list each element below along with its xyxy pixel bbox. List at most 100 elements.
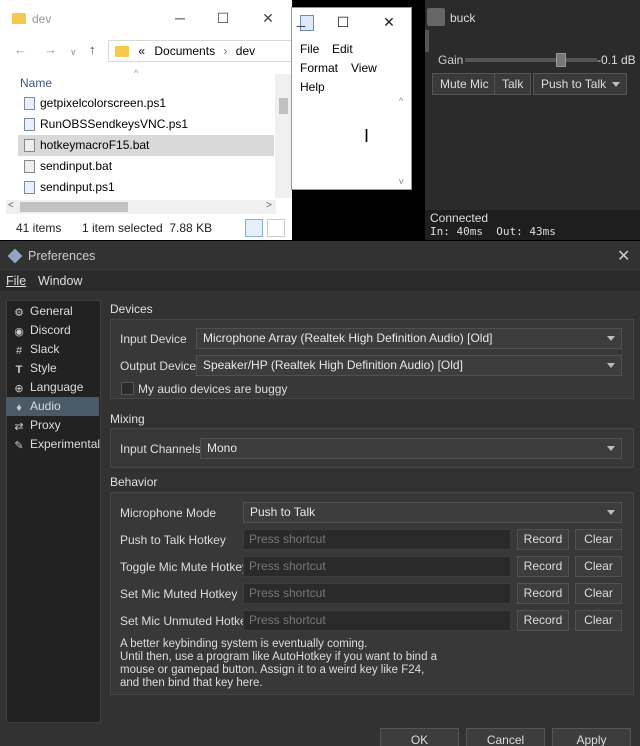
minimize-icon[interactable]: ─ (292, 17, 310, 35)
file-item[interactable]: RunOBSSendkeysVNC.ps1 (18, 114, 274, 135)
keybinding-note: A better keybinding system is eventually… (120, 638, 520, 690)
gain-slider[interactable] (465, 58, 597, 62)
menu-file[interactable]: File (6, 274, 26, 288)
window-title: Preferences (28, 249, 96, 263)
vertical-scrollbar[interactable]: ^ v (395, 96, 411, 188)
output-device-value: Speaker/HP (Realtek High Definition Audi… (203, 358, 463, 372)
menu-window[interactable]: Window (38, 274, 82, 288)
record-button[interactable]: Record (517, 556, 569, 577)
details-view-icon[interactable] (245, 219, 263, 237)
input-device-value: Microphone Array (Realtek High Definitio… (203, 331, 493, 345)
toggle-mic-mute-hotkey-input[interactable]: Press shortcut (243, 556, 511, 577)
file-name: hotkeymacroF15.bat (40, 138, 150, 152)
file-item[interactable]: getpixelcolorscreen.ps1 (18, 93, 274, 114)
notepad-window: ─ ☐ ✕ File Edit Format View Help ^ v I (291, 7, 412, 190)
input-device-dropdown[interactable]: Microphone Array (Realtek High Definitio… (196, 328, 622, 349)
menu-file[interactable]: File (300, 42, 319, 56)
menu-edit[interactable]: Edit (332, 42, 353, 56)
maximize-icon[interactable]: ☐ (334, 13, 352, 31)
window-title: dev (32, 12, 52, 26)
close-icon[interactable]: ✕ (258, 8, 278, 28)
vertical-scroll-thumb[interactable] (279, 98, 288, 114)
back-icon[interactable]: ← (14, 42, 27, 57)
title-bar: Preferences ✕ (0, 241, 640, 271)
mixing-section-title: Mixing (110, 412, 145, 426)
sidebar-item-label: Audio (30, 399, 61, 413)
scroll-left-icon[interactable]: < (8, 200, 14, 211)
menu-help[interactable]: Help (300, 80, 325, 94)
file-item-selected[interactable]: hotkeymacroF15.bat (18, 135, 274, 156)
maximize-icon[interactable]: ☐ (213, 8, 233, 28)
forward-icon[interactable]: → (44, 42, 57, 57)
microphone-mode-dropdown[interactable]: Push to Talk (243, 502, 622, 523)
batch-file-icon (24, 160, 35, 173)
file-explorer-window: dev ─ ☐ ✕ ← → ∨ ↑ « Documents › dev Name… (0, 0, 292, 240)
gain-value: -0.1 dB (597, 53, 636, 67)
output-device-dropdown[interactable]: Speaker/HP (Realtek High Definition Audi… (196, 355, 622, 376)
clear-button[interactable]: Clear (575, 583, 622, 604)
sidebar-item-proxy[interactable]: ⇄ Proxy (6, 416, 99, 435)
apply-button[interactable]: Apply (552, 728, 631, 746)
recent-dropdown-icon[interactable]: ∨ (70, 47, 77, 58)
sidebar-item-discord[interactable]: ◉ Discord (6, 321, 99, 340)
minimize-icon[interactable]: ─ (170, 8, 190, 28)
input-channels-dropdown[interactable]: Mono (200, 438, 622, 459)
sidebar-item-label: Language (30, 380, 84, 394)
user-row[interactable]: buck (425, 4, 640, 32)
file-name: sendinput.ps1 (40, 180, 115, 194)
breadcrumb-dev[interactable]: dev (236, 44, 255, 58)
push-to-talk-hotkey-input[interactable]: Press shortcut (243, 529, 511, 550)
breadcrumb-separator: › (223, 44, 228, 58)
scroll-down-icon[interactable]: v (399, 176, 404, 186)
menu-view[interactable]: View (351, 61, 377, 75)
gain-slider-handle[interactable] (556, 53, 567, 67)
clear-button[interactable]: Clear (575, 556, 622, 577)
chevron-down-icon (612, 82, 620, 87)
note-line: mouse or gamepad button. Assign it to a … (120, 664, 425, 676)
mic-mode-dropdown[interactable]: Push to Talk (533, 73, 627, 95)
input-channels-value: Mono (207, 441, 238, 455)
large-icons-view-icon[interactable] (267, 219, 285, 237)
sidebar-item-language[interactable]: ⊕ Language (6, 378, 99, 397)
file-item[interactable]: sendinput.ps1 (18, 177, 274, 198)
record-button[interactable]: Record (517, 583, 569, 604)
sidebar-item-label: Slack (30, 342, 60, 356)
talk-button[interactable]: Talk (494, 73, 532, 95)
menu-format[interactable]: Format (300, 61, 338, 75)
record-button[interactable]: Record (517, 529, 569, 550)
mute-mic-button[interactable]: Mute Mic (432, 73, 497, 95)
vertical-scrollbar[interactable] (275, 74, 292, 198)
scroll-right-icon[interactable]: > (266, 200, 272, 211)
input-channels-label: Input Channels (120, 442, 201, 456)
buggy-devices-label[interactable]: My audio devices are buggy (138, 382, 287, 396)
clear-button[interactable]: Clear (575, 610, 622, 631)
record-button[interactable]: Record (517, 610, 569, 631)
close-icon[interactable]: ✕ (617, 246, 630, 266)
selection-info: 1 item selected 7.88 KB (82, 221, 213, 235)
sidebar-item-audio[interactable]: ♦ Audio (6, 397, 99, 416)
name-column-header[interactable]: Name (20, 76, 52, 90)
cancel-button[interactable]: Cancel (466, 728, 545, 746)
breadcrumb-documents[interactable]: Documents (154, 44, 215, 58)
file-item[interactable]: sendinput.bat (18, 156, 274, 177)
ok-button[interactable]: OK (380, 728, 459, 746)
clear-button[interactable]: Clear (575, 529, 622, 550)
push-to-talk-hotkey-label: Push to Talk Hotkey (120, 533, 226, 547)
close-icon[interactable]: ✕ (380, 13, 398, 31)
panel-scroll-thumb[interactable] (425, 30, 429, 52)
up-icon[interactable]: ↑ (89, 42, 96, 57)
sidebar-item-general[interactable]: ⚙ General (6, 302, 99, 321)
note-line: Until then, use a program like AutoHotke… (120, 651, 438, 663)
address-bar[interactable]: « Documents › dev (108, 40, 292, 62)
sort-indicator-icon: ^ (134, 68, 139, 78)
sidebar-item-experimental[interactable]: ✎ Experimental (6, 435, 100, 454)
horizontal-scroll-thumb[interactable] (20, 202, 128, 212)
buggy-devices-checkbox[interactable] (121, 382, 134, 395)
sidebar-item-slack[interactable]: # Slack (6, 340, 99, 359)
preferences-window: Preferences ✕ File Window ⚙ General ◉ Disc… (0, 241, 640, 746)
set-mic-muted-hotkey-input[interactable]: Press shortcut (243, 583, 511, 604)
scroll-up-icon[interactable]: ^ (399, 96, 403, 106)
sidebar-item-style[interactable]: T Style (6, 359, 99, 378)
item-count: 41 items (16, 221, 62, 235)
set-mic-unmuted-hotkey-input[interactable]: Press shortcut (243, 610, 511, 631)
